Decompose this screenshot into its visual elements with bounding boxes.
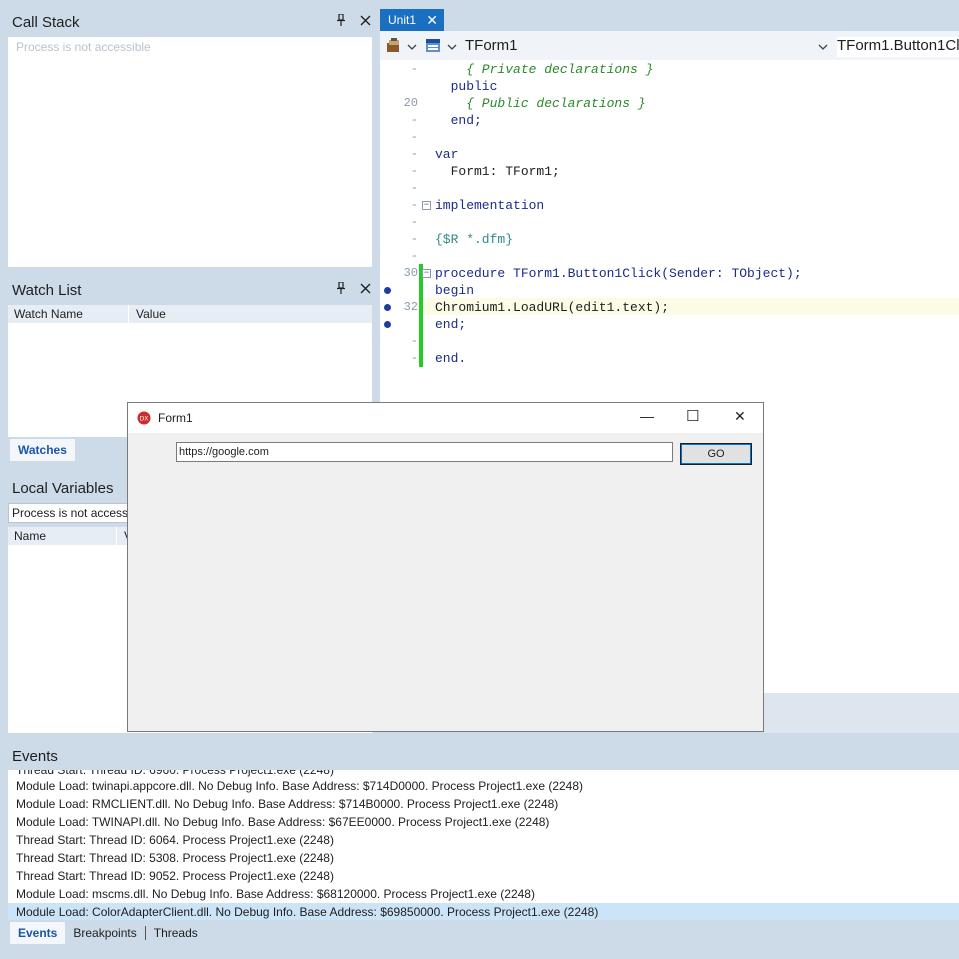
chevron-down-icon[interactable] [818, 40, 828, 54]
breakpoint-icon[interactable] [384, 321, 391, 328]
code-line: 32 Chromium1.LoadURL(edit1.text); [380, 299, 959, 316]
breakpoint-icon[interactable] [384, 287, 391, 294]
close-icon[interactable] [358, 15, 372, 29]
code-line: - [410, 181, 418, 195]
method-selector[interactable]: TForm1.Button1Cli [837, 37, 959, 57]
form1-title: Form1 [158, 411, 193, 425]
close-icon[interactable]: ✕ [426, 9, 438, 31]
code-line: - Form1: TForm1; [410, 164, 560, 179]
watch-name-column[interactable]: Watch Name [8, 305, 83, 323]
code-line: begin [380, 282, 959, 299]
watch-list-header: Watch Name Value [8, 305, 372, 323]
code-line: public [435, 79, 498, 94]
editor-toolbar: TForm1 TForm1.Button1Cli [380, 31, 959, 60]
form1-client: https://google.com GO [128, 433, 763, 731]
list-item[interactable]: Thread Start: Thread ID: 6064. Process P… [8, 831, 959, 849]
tab-threads[interactable]: Threads [146, 922, 206, 944]
code-line: - [410, 249, 418, 263]
form1-window: DX Form1 — ☐ ✕ https://google.com GO [127, 402, 764, 732]
call-stack-controls [334, 13, 372, 29]
call-stack-list[interactable]: Process is not accessible [8, 37, 372, 267]
pin-icon[interactable] [334, 281, 348, 297]
chevron-down-icon[interactable] [447, 40, 457, 54]
code-line: - { Private declarations } [410, 62, 654, 77]
code-line: end; [380, 316, 959, 333]
events-list[interactable]: Thread Start: Thread ID: 6960. Process P… [8, 770, 959, 920]
form-app-icon: DX [137, 411, 151, 428]
call-stack-empty-text: Process is not accessible [16, 40, 151, 54]
fold-toggle-icon[interactable]: − [422, 269, 431, 278]
url-input[interactable]: https://google.com [176, 442, 673, 462]
code-line: - end; [410, 113, 482, 128]
code-line: - − implementation [410, 198, 545, 213]
list-item[interactable]: Module Load: RMCLIENT.dll. No Debug Info… [8, 795, 959, 813]
svg-text:DX: DX [140, 416, 149, 423]
code-line: - var [410, 147, 459, 162]
watch-value-column[interactable]: Value [130, 305, 166, 323]
list-item[interactable]: Module Load: ColorAdapterClient.dll. No … [8, 903, 959, 920]
units-icon[interactable] [386, 38, 402, 56]
tab-events[interactable]: Events [10, 922, 66, 944]
close-button[interactable]: ✕ [734, 408, 746, 425]
list-item[interactable]: Module Load: twinapi.appcore.dll. No Deb… [8, 777, 959, 795]
code-line: - [410, 130, 418, 144]
events-title: Events [12, 748, 58, 765]
list-item[interactable]: Module Load: mscms.dll. No Debug Info. B… [8, 885, 959, 903]
list-item[interactable]: Thread Start: Thread ID: 9052. Process P… [8, 867, 959, 885]
list-item[interactable]: Module Load: TWINAPI.dll. No Debug Info.… [8, 813, 959, 831]
minimize-button[interactable]: — [640, 408, 654, 424]
form-designer-icon[interactable] [425, 38, 441, 56]
code-line: - {$R *.dfm} [410, 232, 514, 247]
form1-titlebar[interactable]: DX Form1 — ☐ ✕ [128, 403, 763, 433]
editor-tabbar [380, 9, 959, 31]
watch-tabbar: Watches [10, 439, 75, 461]
tab-unit1-label: Unit1 [388, 13, 417, 27]
class-selector[interactable]: TForm1 [465, 37, 518, 54]
code-line: 30 − procedure TForm1.Button1Click(Sende… [403, 266, 802, 281]
code-line: - [410, 215, 418, 229]
code-line: 20 { Public declarations } [403, 96, 646, 111]
watch-list-title: Watch List [12, 282, 82, 299]
code-line: - [410, 334, 418, 348]
list-item[interactable]: Thread Start: Thread ID: 5308. Process P… [8, 849, 959, 867]
local-variables-title: Local Variables [12, 480, 114, 497]
maximize-button[interactable]: ☐ [686, 407, 699, 425]
watch-list-controls [334, 281, 372, 297]
name-column[interactable]: Name [8, 527, 46, 545]
call-stack-title: Call Stack [12, 14, 80, 31]
events-tabbar: Events Breakpoints Threads [10, 922, 206, 944]
fold-toggle-icon[interactable]: − [422, 201, 431, 210]
go-button[interactable]: GO [680, 443, 752, 465]
close-icon[interactable] [358, 283, 372, 297]
tab-unit1[interactable]: Unit1 ✕ [380, 9, 444, 31]
chevron-down-icon[interactable] [407, 40, 417, 54]
tab-watches[interactable]: Watches [10, 439, 75, 461]
pin-icon[interactable] [334, 13, 348, 29]
code-line: - end. [410, 351, 467, 366]
tab-breakpoints[interactable]: Breakpoints [65, 922, 144, 944]
editor-status-area [764, 693, 959, 733]
